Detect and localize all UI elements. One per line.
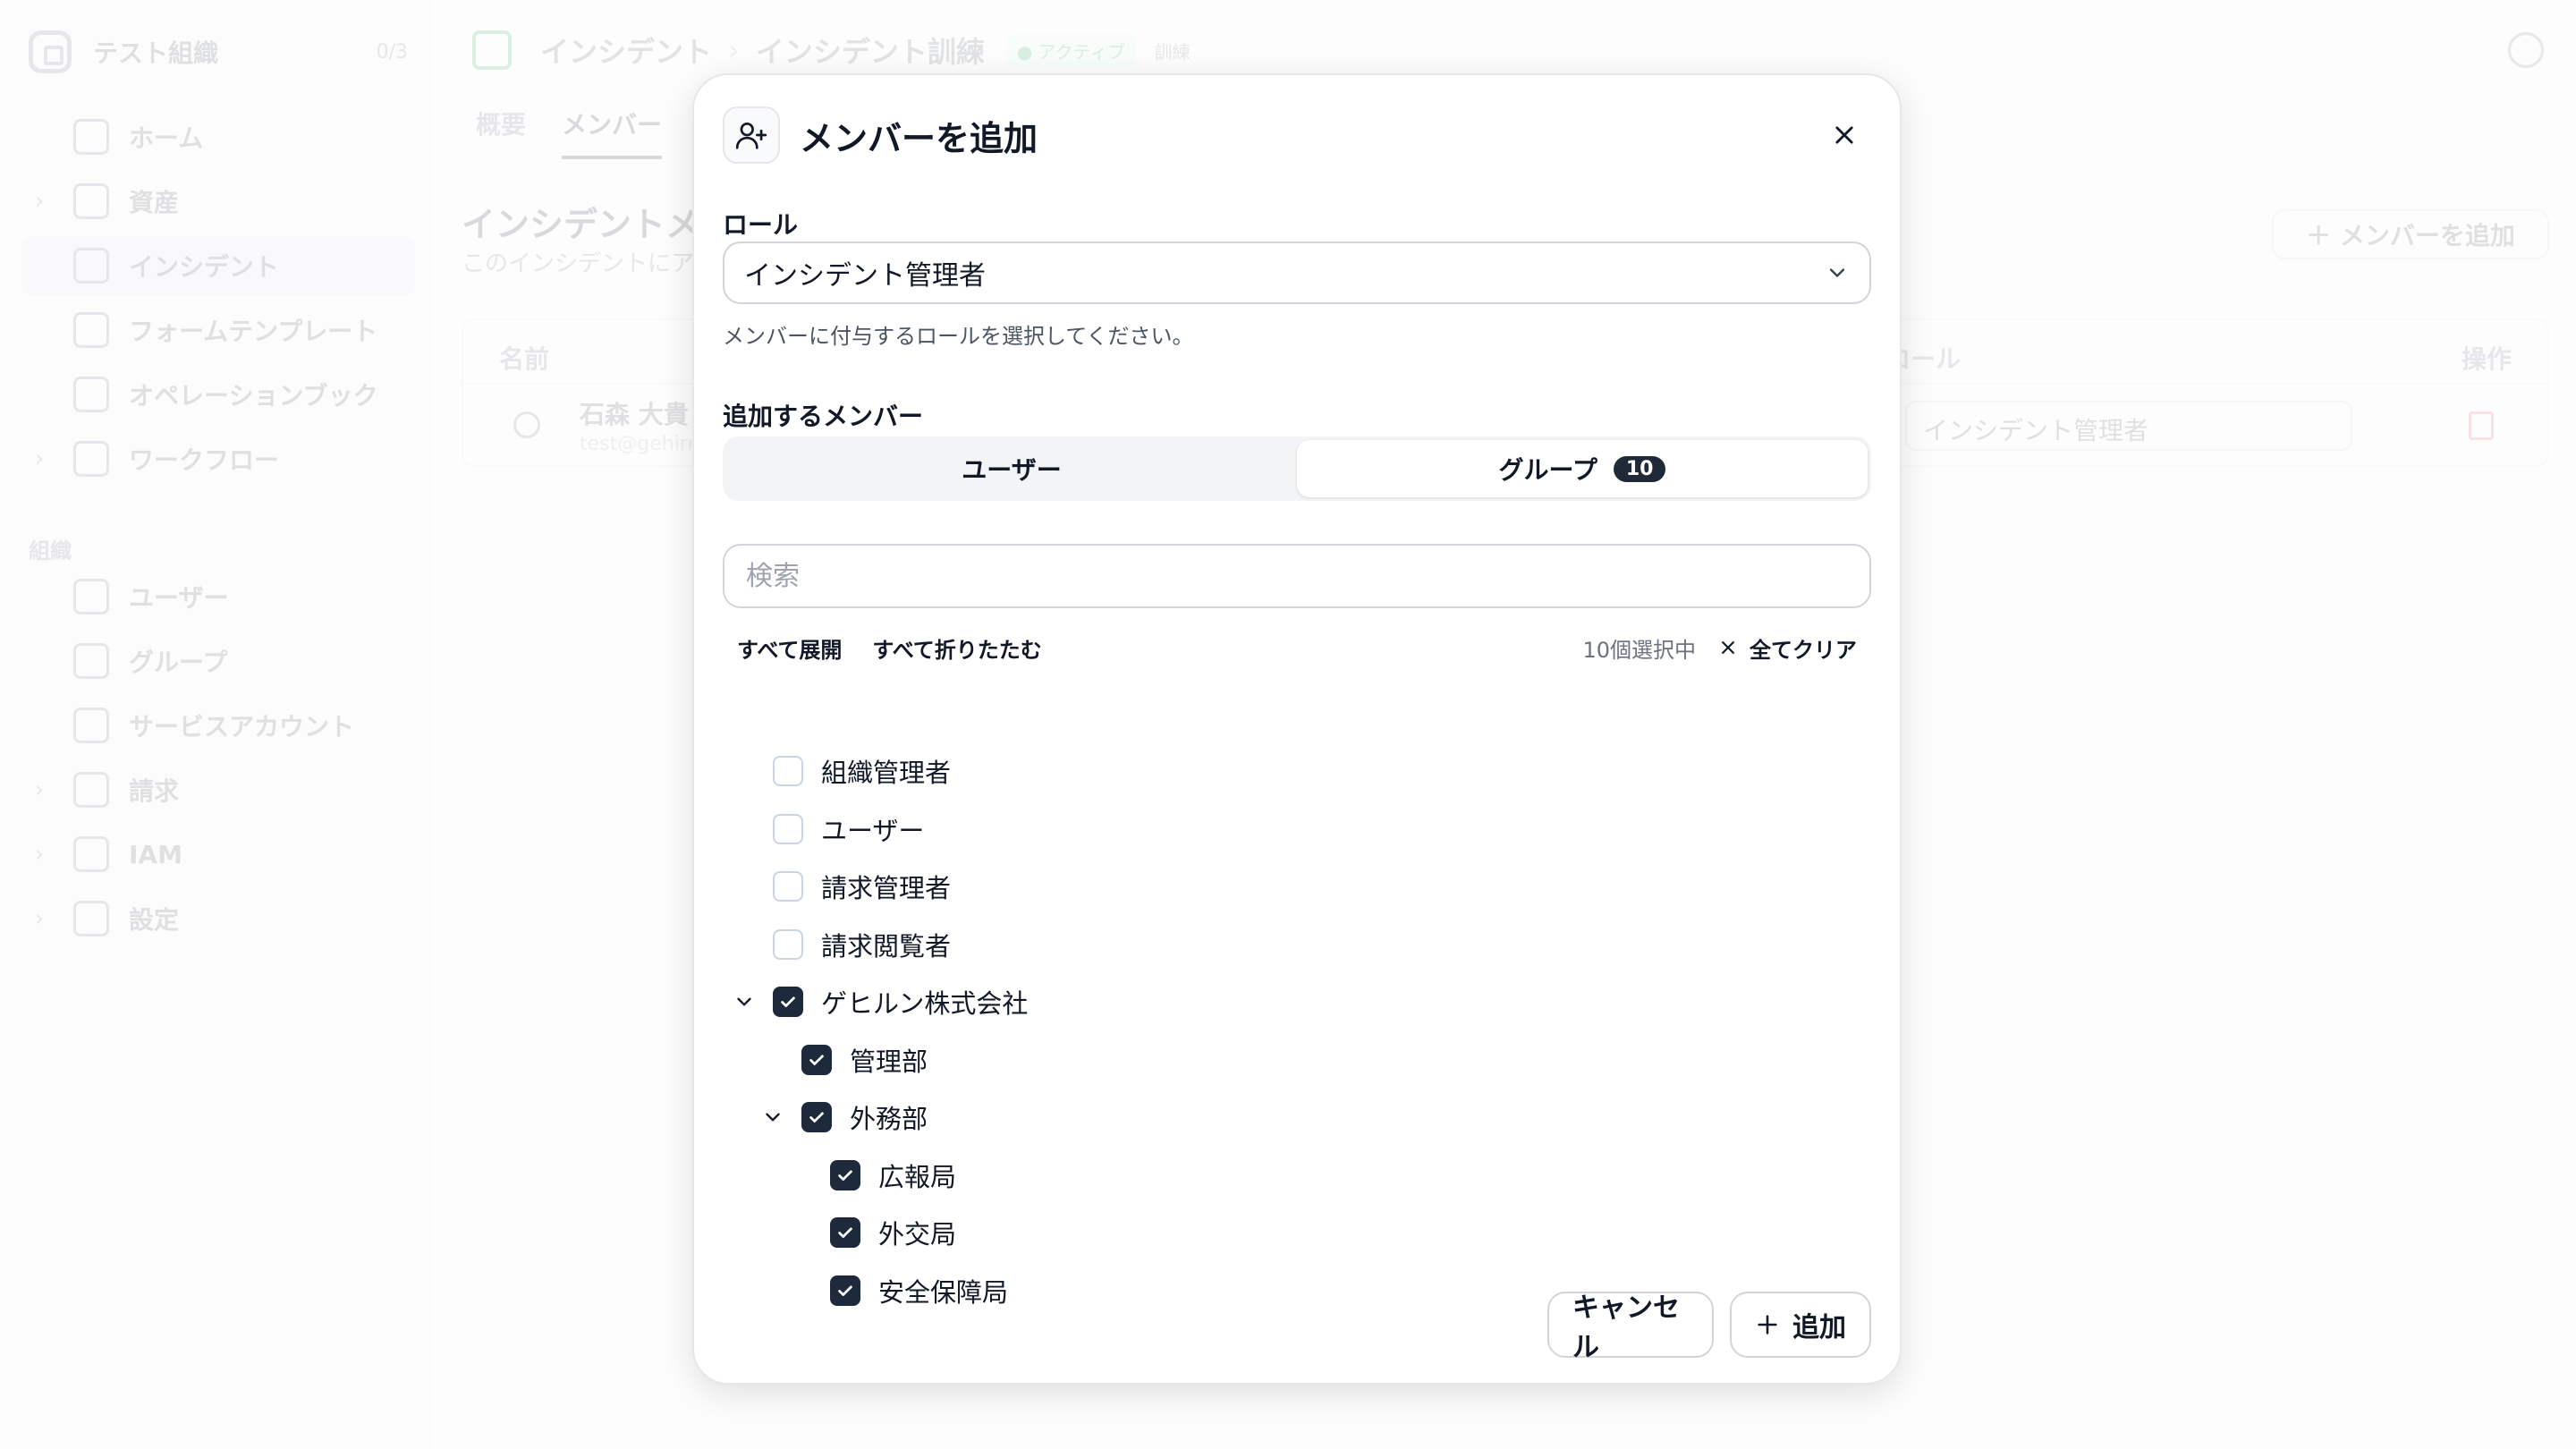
tree-item[interactable]: 組織管理者: [773, 748, 951, 794]
add-member-dialog: メンバーを追加 ロール インシデント管理者 メンバーに付与するロールを選択してく…: [692, 73, 1902, 1385]
groups-count-badge: 10: [1613, 455, 1666, 482]
tree-item[interactable]: 外務部: [801, 1094, 928, 1140]
tree-item-label: 広報局: [878, 1161, 957, 1192]
tree-item[interactable]: ユーザー: [773, 806, 924, 852]
role-hint: メンバーに付与するロールを選択してください。: [723, 324, 1194, 349]
chevron-down-icon: [1829, 268, 1845, 278]
tree-item-label: ユーザー: [821, 815, 925, 846]
add-button-label: 追加: [1792, 1312, 1846, 1343]
tree-item[interactable]: 外交局: [830, 1209, 956, 1256]
tree-item-checkbox[interactable]: [830, 1217, 860, 1248]
tree-item[interactable]: 広報局: [830, 1152, 956, 1199]
selected-count: 10個選択中: [1582, 637, 1696, 663]
cancel-button[interactable]: キャンセル: [1547, 1292, 1714, 1363]
tree-item-checkbox[interactable]: [773, 871, 803, 902]
tree-item-checkbox[interactable]: [801, 1044, 832, 1075]
tree-item[interactable]: 管理部: [801, 1037, 928, 1083]
tree-item-checkbox[interactable]: [773, 928, 803, 960]
role-select-value: インシデント管理者: [744, 260, 986, 292]
tree-item-checkbox[interactable]: [830, 1275, 860, 1306]
tree-item-checkbox[interactable]: [801, 1102, 832, 1132]
tree-item-label: ゲヒルン株式会社: [821, 988, 1029, 1019]
segment-groups-label: グループ: [1498, 455, 1597, 485]
tree-actions: すべて展開 すべて折りたたむ 10個選択中 全てクリア: [737, 630, 1857, 665]
collapse-all-button[interactable]: すべて折りたたむ: [872, 632, 1041, 664]
close-icon[interactable]: [1818, 108, 1871, 162]
tree-item-label: 安全保障局: [878, 1276, 1009, 1308]
plus-icon: [1758, 1315, 1777, 1335]
user-plus-icon: [723, 106, 780, 164]
tree-item-label: 外務部: [850, 1104, 928, 1134]
segment-groups[interactable]: グループ 10: [1297, 440, 1868, 497]
tree-item-checkbox[interactable]: [773, 813, 803, 844]
tree-item[interactable]: 安全保障局: [830, 1267, 1008, 1314]
tree-item-checkbox[interactable]: [773, 756, 803, 786]
role-select[interactable]: インシデント管理者: [723, 242, 1871, 304]
segment-users[interactable]: ユーザー: [726, 440, 1297, 497]
dialog-footer: キャンセル 追加: [1547, 1292, 1871, 1363]
tree-item-checkbox[interactable]: [830, 1159, 860, 1191]
members-label: 追加するメンバー: [723, 402, 924, 431]
segment-users-label: ユーザー: [962, 455, 1062, 485]
chevron-down-icon[interactable]: [728, 986, 760, 1018]
member-type-toggle: ユーザー グループ 10: [723, 436, 1871, 501]
tree-item-label: 請求閲覧者: [821, 930, 952, 962]
close-icon: [1722, 641, 1734, 654]
tree-item[interactable]: ゲヒルン株式会社: [773, 979, 1028, 1025]
tree-item-label: 外交局: [878, 1219, 957, 1250]
clear-all-label: 全てクリア: [1750, 637, 1857, 663]
chevron-down-icon[interactable]: [757, 1101, 789, 1133]
role-label: ロール: [723, 210, 799, 240]
dialog-title: メンバーを追加: [800, 118, 1038, 158]
tree-item[interactable]: 請求閲覧者: [773, 921, 951, 968]
tree-item-label: 管理部: [850, 1046, 928, 1077]
expand-all-button[interactable]: すべて展開: [737, 632, 842, 664]
tree-item-label: 請求管理者: [821, 873, 952, 903]
search-input[interactable]: [723, 544, 1871, 608]
tree-item[interactable]: 請求管理者: [773, 863, 951, 910]
add-button[interactable]: 追加: [1730, 1292, 1871, 1358]
clear-all-button[interactable]: 全てクリア: [1719, 632, 1857, 664]
tree-item-label: 組織管理者: [821, 758, 952, 788]
tree-item-checkbox[interactable]: [773, 987, 803, 1017]
dialog-header: メンバーを追加: [723, 106, 1871, 165]
